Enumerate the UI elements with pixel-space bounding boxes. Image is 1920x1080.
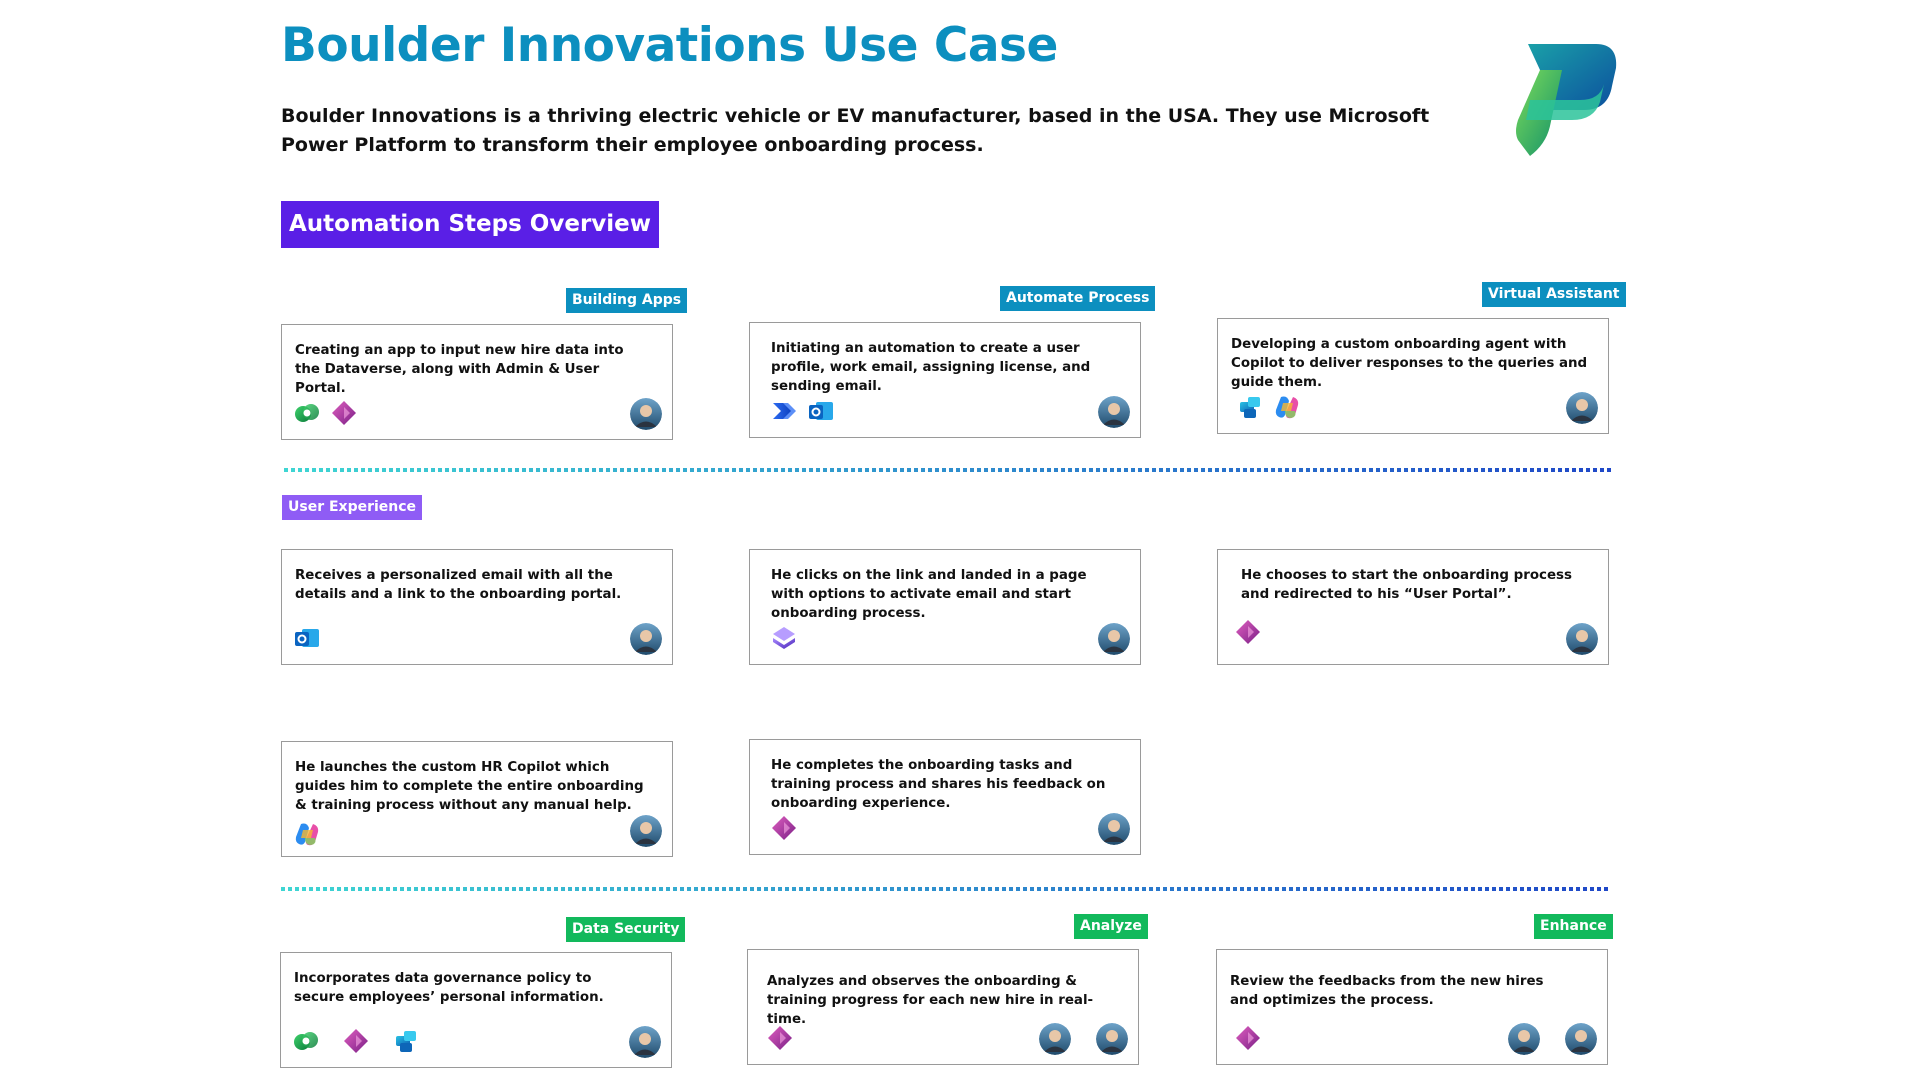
tag-building-apps: Building Apps: [566, 288, 688, 313]
avatar: [1039, 1023, 1071, 1055]
card-text: Review the feedbacks from the new hires …: [1230, 974, 1544, 1008]
card-text: He clicks on the link and landed in a pa…: [771, 568, 1087, 621]
card-automate-process: Initiating an automation to create a use…: [749, 322, 1141, 438]
card-analyze: Analyzes and observes the onboarding & t…: [747, 949, 1139, 1065]
power-apps-icon: [1234, 1024, 1262, 1054]
section-divider: [281, 468, 1613, 472]
card-text: Analyzes and observes the onboarding & t…: [767, 974, 1094, 1027]
outlook-icon: [293, 624, 321, 654]
card-text: Incorporates data governance policy to s…: [294, 971, 604, 1005]
card-building-apps: Creating an app to input new hire data i…: [281, 324, 673, 440]
card-text: Initiating an automation to create a use…: [771, 341, 1091, 394]
power-apps-icon: [766, 1024, 794, 1054]
tag-automate-process: Automate Process: [1000, 286, 1156, 311]
overview-banner: Automation Steps Overview: [281, 201, 659, 248]
avatar: [1566, 623, 1598, 655]
power-platform-logo-icon: [1500, 40, 1620, 160]
outlook-icon: [807, 397, 835, 427]
page-title: Boulder Innovations Use Case: [281, 18, 1058, 73]
card-text: He launches the custom HR Copilot which …: [295, 760, 644, 813]
card-ux-feedback: He completes the onboarding tasks and tr…: [749, 739, 1141, 855]
copilot-icon: [293, 820, 321, 850]
card-ux-activate: He clicks on the link and landed in a pa…: [749, 549, 1141, 665]
tag-virtual-assistant: Virtual Assistant: [1482, 282, 1626, 307]
power-apps-icon: [1234, 618, 1262, 648]
card-virtual-assistant: Developing a custom onboarding agent wit…: [1217, 318, 1609, 434]
copilot-studio-icon: [1236, 393, 1264, 423]
avatar: [630, 623, 662, 655]
card-ux-email: Receives a personalized email with all t…: [281, 549, 673, 665]
power-apps-icon: [770, 814, 798, 844]
card-text: He chooses to start the onboarding proce…: [1241, 568, 1572, 602]
power-pages-icon: [770, 624, 798, 654]
copilot-studio-icon: [392, 1027, 420, 1057]
section-divider: [278, 887, 1610, 891]
dataverse-icon: [293, 399, 321, 429]
card-text: He completes the onboarding tasks and tr…: [771, 758, 1106, 811]
power-automate-icon: [770, 397, 798, 427]
avatar: [1098, 396, 1130, 428]
card-text: Receives a personalized email with all t…: [295, 568, 622, 602]
avatar: [1565, 1023, 1597, 1055]
avatar: [630, 398, 662, 430]
avatar: [629, 1026, 661, 1058]
card-enhance: Review the feedbacks from the new hires …: [1216, 949, 1608, 1065]
tag-analyze: Analyze: [1074, 914, 1148, 939]
power-apps-icon: [342, 1027, 370, 1057]
avatar: [630, 815, 662, 847]
intro-text: Boulder Innovations is a thriving electr…: [281, 105, 1430, 156]
copilot-icon: [1273, 393, 1301, 423]
tag-enhance: Enhance: [1534, 914, 1613, 939]
card-data-security: Incorporates data governance policy to s…: [280, 952, 672, 1068]
card-ux-portal: He chooses to start the onboarding proce…: [1217, 549, 1609, 665]
avatar: [1096, 1023, 1128, 1055]
avatar: [1566, 392, 1598, 424]
avatar: [1098, 623, 1130, 655]
avatar: [1098, 813, 1130, 845]
card-ux-copilot: He launches the custom HR Copilot which …: [281, 741, 673, 857]
power-apps-icon: [330, 399, 358, 429]
tag-user-experience: User Experience: [282, 495, 423, 520]
tag-data-security: Data Security: [566, 917, 686, 942]
dataverse-icon: [292, 1027, 320, 1057]
avatar: [1508, 1023, 1540, 1055]
card-text: Developing a custom onboarding agent wit…: [1231, 337, 1588, 390]
card-text: Creating an app to input new hire data i…: [295, 343, 624, 396]
